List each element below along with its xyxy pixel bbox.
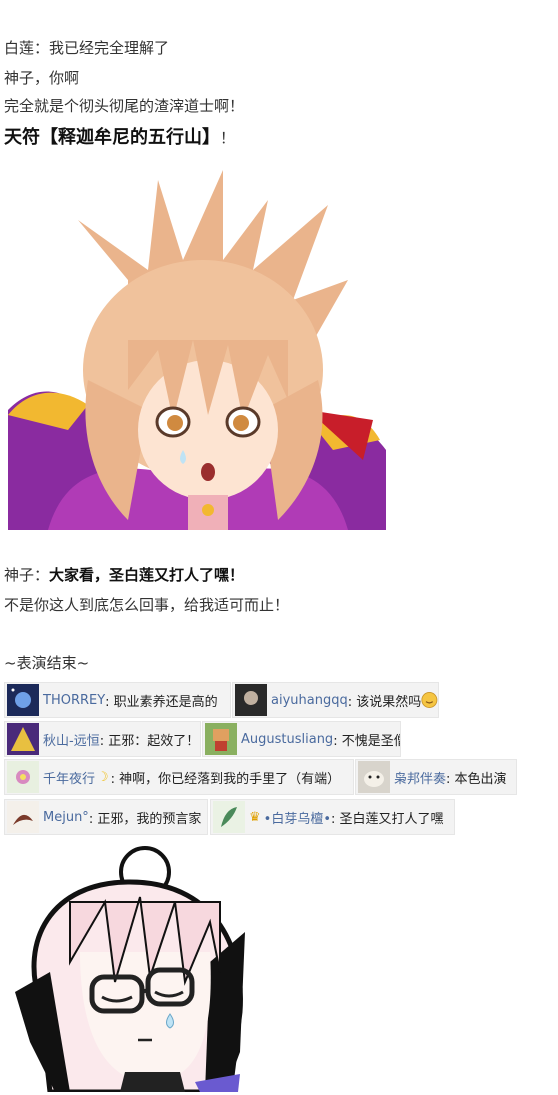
spell-card-line: 天符【释迦牟尼的五行山】！ — [4, 128, 235, 148]
pixel-avatar[interactable] — [205, 723, 237, 755]
comment-item: THORREY: 职业素养还是高的 — [4, 682, 231, 718]
hijiri-illustration — [8, 170, 386, 530]
flower-avatar[interactable] — [7, 761, 39, 793]
spell-card-name: 天符【释迦牟尼的五行山】 — [4, 127, 220, 148]
dialogue-line-5: 神子：大家看，圣白莲又打人了嘿！ — [4, 565, 244, 585]
comment-item: Augustusliang: 不愧是圣僧 — [202, 721, 401, 757]
comment-username[interactable]: •白芽乌檀• — [264, 808, 331, 827]
comment-item: ♛ •白芽乌檀•: 圣白莲又打人了嘿 — [210, 799, 455, 835]
comment-text: : 正邪：起效了！ — [99, 733, 200, 749]
performance-end: ~表演结束~ — [4, 654, 90, 672]
space-avatar[interactable] — [7, 684, 39, 716]
comment-text: : 该说果然吗 — [347, 694, 422, 710]
miko-shout: 大家看，圣白莲又打人了嘿！ — [49, 566, 245, 584]
comment-username[interactable]: 秋山-远恒 — [43, 730, 100, 749]
comment-username[interactable]: aiyuhangqq — [271, 693, 348, 708]
comment-text: : 不愧是圣僧 — [333, 733, 401, 749]
comment-item: 秋山-远恒: 正邪：起效了！ — [4, 721, 201, 757]
comment-username[interactable]: 枭邦伴奏 — [394, 768, 446, 787]
comment-text: : 神啊，你已经落到我的手里了（有端） — [110, 771, 341, 787]
dark-avatar[interactable] — [235, 684, 267, 716]
spell-card-tail: ！ — [220, 129, 236, 147]
comment-item: 千年夜行 ☽ : 神啊，你已经落到我的手里了（有端） — [4, 759, 354, 795]
comment-text: : 圣白莲又打人了嘿 — [331, 811, 444, 827]
dialogue-line-6: 不是你这人到底怎么回事，给我适可而止！ — [4, 596, 290, 614]
dialogue-line-2: 神子，你啊 — [4, 69, 80, 87]
comment-username[interactable]: THORREY — [43, 693, 105, 708]
comment-item: aiyuhangqq: 该说果然吗 — [232, 682, 439, 718]
glasses-character-illustration — [15, 846, 245, 1092]
dialogue-line-3: 完全就是个彻头彻尾的渣滓道士啊！ — [4, 97, 245, 115]
comment-username[interactable]: Augustusliang — [241, 732, 333, 747]
comment-text: : 职业素养还是高的 — [105, 694, 218, 710]
comment-username[interactable]: Mejun° — [43, 810, 89, 825]
smile-emoji-icon — [421, 692, 438, 708]
purple-avatar[interactable] — [7, 723, 39, 755]
moon-icon: ☽ — [97, 769, 109, 785]
bird-avatar[interactable] — [7, 801, 39, 833]
dialogue-line-1: 白莲：我已经完全理解了 — [4, 39, 170, 57]
green-avatar[interactable] — [213, 801, 245, 833]
crown-icon: ♛ — [249, 809, 261, 825]
comment-text: : 本色出演 — [446, 771, 507, 787]
comment-text: : 正邪，我的预言家 — [88, 811, 202, 827]
comment-item: 枭邦伴奏: 本色出演 — [355, 759, 517, 795]
comment-item: Mejun°: 正邪，我的预言家 — [4, 799, 208, 835]
comment-username[interactable]: 千年夜行 — [43, 768, 95, 787]
speaker-prefix: 神子： — [4, 566, 50, 584]
dog-avatar[interactable] — [358, 761, 390, 793]
